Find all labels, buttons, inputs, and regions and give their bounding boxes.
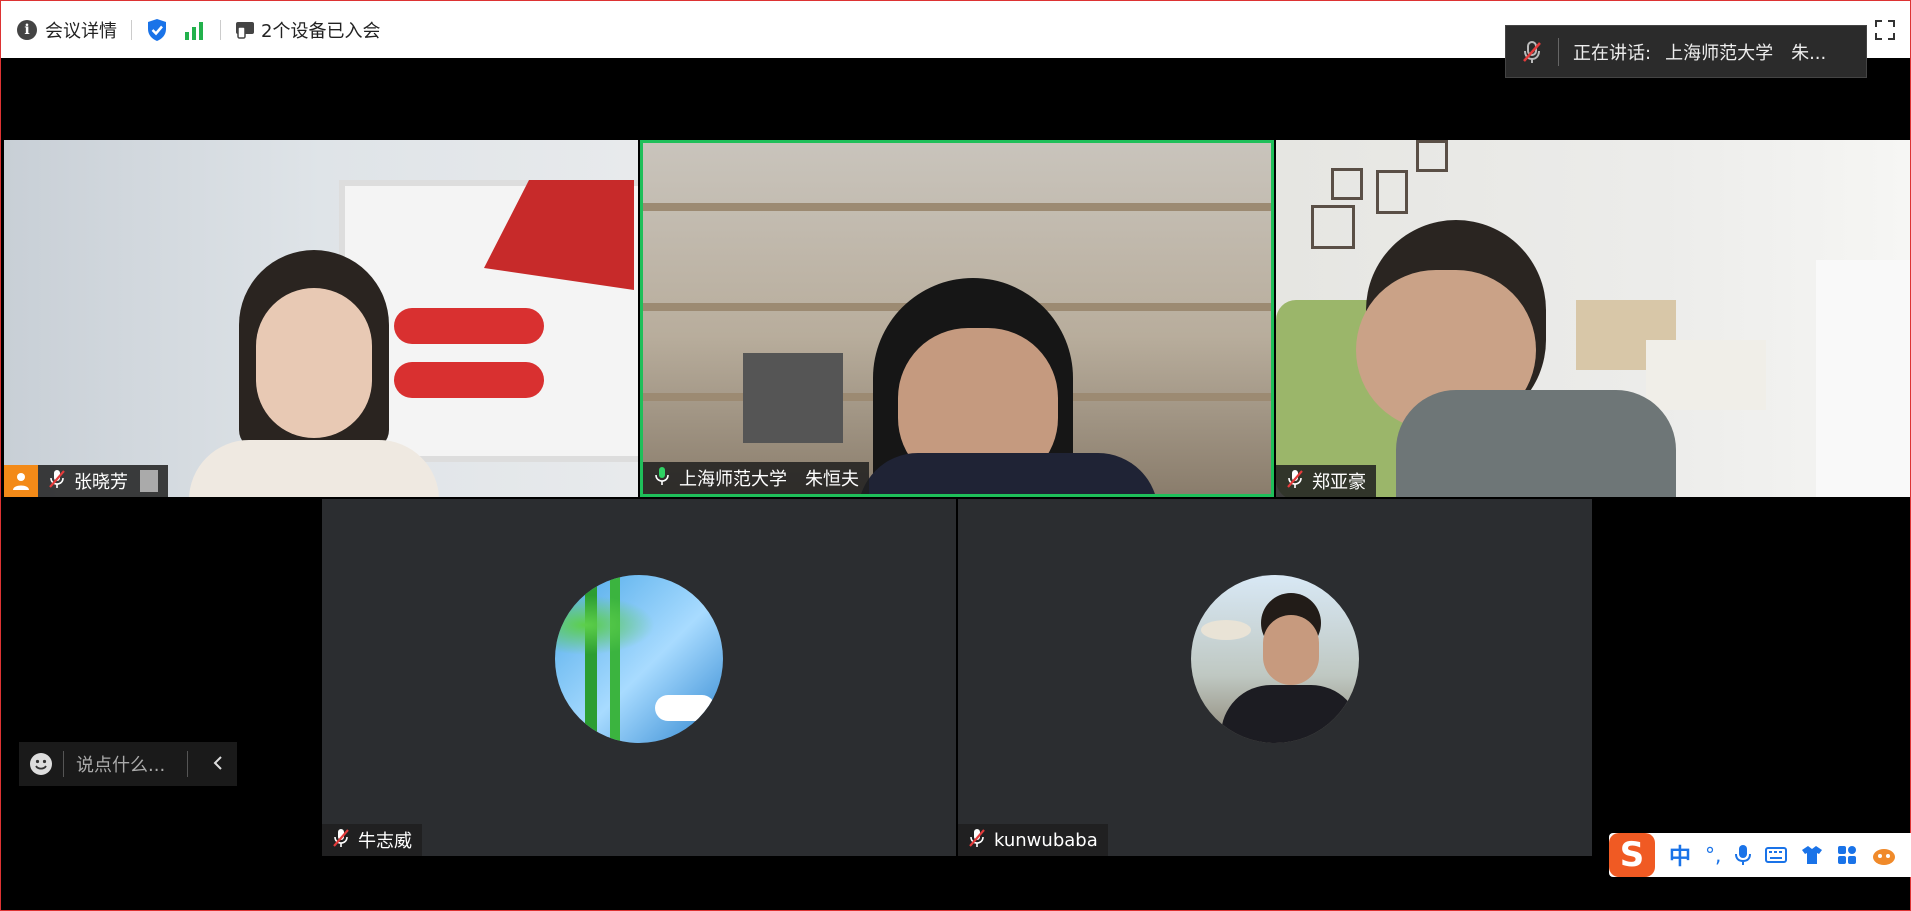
video-feed [1276,140,1910,497]
mic-active-icon [653,466,671,491]
avatar [1191,575,1359,743]
divider [187,751,189,777]
chat-placeholder: 说点什么... [76,755,166,776]
devices-button[interactable]: 2个设备已入会 [235,17,380,43]
participant-name: 郑亚豪 [1312,472,1366,493]
participant-name-tag: 牛志威 [322,824,422,856]
divider [1558,37,1559,66]
keyboard-icon[interactable] [1765,846,1788,864]
video-tile-zheng[interactable]: 郑亚豪 [1276,140,1910,497]
mic-muted-icon [1286,469,1304,494]
toolbox-icon[interactable] [1837,845,1857,865]
video-tile-active-speaker[interactable]: 上海师范大学 朱恒夫 [640,140,1274,497]
participant-tile-kunwubaba[interactable]: kunwubaba [958,499,1592,856]
devices-icon [236,21,254,39]
mic-muted-icon [332,828,350,853]
info-icon: i [17,19,37,40]
video-off-indicator [140,470,158,492]
participant-name-tag: 上海师范大学 朱恒夫 [643,462,869,494]
participant-name: kunwubaba [994,829,1098,851]
devices-joined-label: 2个设备已入会 [261,20,381,42]
mic-muted-icon [1506,40,1558,64]
video-tile-zhang[interactable]: 张晓芳 [4,140,638,497]
chat-input[interactable]: 说点什么... [19,742,237,786]
sogou-logo-icon[interactable]: S [1609,833,1655,877]
divider [63,751,64,777]
participant-name-tag: 张晓芳 [4,465,168,497]
emoji-icon[interactable] [19,752,63,776]
video-feed [643,143,1271,494]
participant-name: 张晓芳 [74,472,128,493]
mascot-icon[interactable] [1871,844,1897,866]
speaking-label: 正在讲话: [1573,42,1652,64]
video-feed [4,140,638,497]
meeting-details-label: 会议详情 [45,20,117,42]
voice-input-icon[interactable] [1735,844,1752,866]
host-icon [4,465,38,497]
divider [131,19,132,40]
fullscreen-icon[interactable] [1874,19,1896,41]
participant-name: 上海师范大学 朱恒夫 [679,469,859,490]
divider [220,19,221,40]
participant-name: 牛志威 [358,831,412,852]
participant-name-tag: 郑亚豪 [1276,465,1376,497]
ime-language-toggle[interactable]: 中 [1669,839,1691,871]
meeting-details-button[interactable]: i 会议详情 [1,17,117,43]
shield-check-icon[interactable] [146,18,168,42]
participant-name-tag: kunwubaba [958,824,1108,856]
participant-tile-niu[interactable]: 牛志威 [322,499,956,856]
mic-muted-icon [48,469,66,494]
ime-toolbar: S 中 °, [1609,833,1911,877]
speaking-name: 上海师范大学 朱... [1665,42,1827,64]
collapse-chevron-icon[interactable] [211,752,225,779]
signal-strength-icon[interactable] [184,20,206,40]
skin-icon[interactable] [1801,844,1823,866]
avatar [555,575,723,743]
speaking-indicator: 正在讲话: 上海师范大学 朱... [1505,25,1867,78]
ime-punctuation-toggle[interactable]: °, [1705,843,1721,867]
mic-muted-icon [968,828,986,853]
